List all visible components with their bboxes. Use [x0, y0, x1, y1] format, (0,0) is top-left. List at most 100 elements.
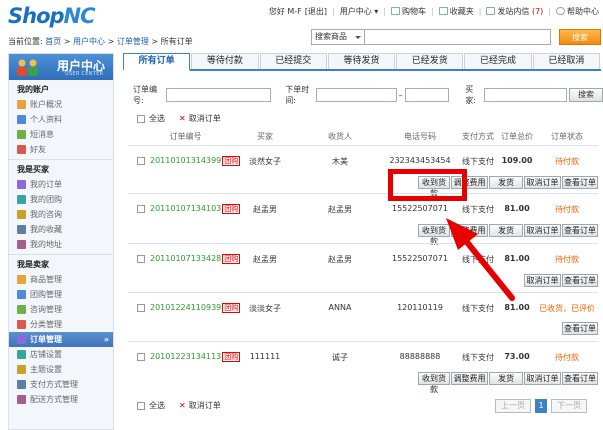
order-total: 81.00: [504, 204, 530, 213]
current-page[interactable]: 1: [535, 399, 547, 413]
search-scope-select[interactable]: 搜索商品: [311, 29, 365, 45]
confirm-payment-button[interactable]: 收到货款: [418, 224, 450, 246]
view-order-button[interactable]: 查看订单: [562, 372, 598, 385]
row-checkbox[interactable]: [137, 157, 145, 165]
filter-search-button[interactable]: 搜索: [568, 88, 603, 102]
sidebar-item[interactable]: 账户概况: [9, 97, 113, 112]
view-order-button[interactable]: 查看订单: [562, 274, 598, 287]
order-number-link[interactable]: 20110101314399 团购: [150, 156, 258, 166]
row-checkbox[interactable]: [137, 353, 145, 361]
messages-link[interactable]: 发站内信 (7): [486, 6, 543, 17]
sidebar-item[interactable]: 配送方式管理: [9, 392, 113, 407]
cart-link[interactable]: 购物车: [391, 6, 426, 17]
tab-item[interactable]: 等待发货: [327, 53, 396, 69]
tab-item[interactable]: 已经取消: [532, 53, 600, 69]
sidebar-item-label: 团购管理: [30, 290, 62, 299]
sidebar-item[interactable]: 店铺设置: [9, 347, 113, 362]
sidebar-item-icon: [17, 275, 26, 284]
tab-item[interactable]: 等待付款: [191, 53, 259, 69]
cancel-order-button[interactable]: 取消订单: [524, 176, 561, 189]
order-number-link[interactable]: 20101223134113 团购: [150, 352, 258, 362]
view-order-button[interactable]: 查看订单: [562, 224, 598, 237]
buyer-input[interactable]: [483, 88, 567, 102]
order-status: 已收货，已评价: [539, 304, 595, 313]
payment-method: 线下支付: [462, 157, 494, 166]
help-link[interactable]: 帮助中心: [556, 6, 599, 17]
sidebar-item-label: 商品管理: [30, 275, 62, 284]
logo-text: Shop: [8, 4, 65, 28]
ship-button[interactable]: 发货: [489, 224, 523, 237]
tab-item[interactable]: 已经提交: [259, 53, 327, 69]
sidebar-item[interactable]: 我的咨询: [9, 207, 113, 222]
order-number-text: 20101223134113: [150, 352, 222, 361]
select-all-checkbox[interactable]: [137, 401, 145, 410]
sidebar-item[interactable]: 我的地址: [9, 237, 113, 252]
bulk-cancel-order-link[interactable]: 取消订单: [189, 113, 221, 124]
adjust-fee-button[interactable]: 调整费用: [451, 372, 488, 385]
sidebar-item[interactable]: 支付方式管理: [9, 377, 113, 392]
tab-item[interactable]: 已经发货: [396, 53, 464, 69]
order-number-text: 20110107133428: [150, 254, 222, 263]
sidebar-item[interactable]: 商品管理: [9, 272, 113, 287]
select-all-checkbox[interactable]: [137, 114, 145, 123]
order-time-start-input[interactable]: [316, 88, 397, 102]
tab-item[interactable]: 已经完成: [464, 53, 532, 69]
order-no-input[interactable]: [165, 88, 272, 102]
sidebar-item-icon: [17, 240, 26, 249]
buyer-name: 淡淡女子: [249, 304, 281, 313]
bulk-cancel-order-link[interactable]: 取消订单: [189, 400, 221, 411]
breadcrumb-order-manage-link[interactable]: 订单管理: [117, 37, 149, 46]
search-button[interactable]: 搜索: [559, 29, 601, 45]
ship-button[interactable]: 发货: [489, 372, 523, 385]
sidebar-item[interactable]: 分类管理: [9, 317, 113, 332]
sidebar-item[interactable]: 订单管理 »: [9, 332, 113, 347]
sidebar-item[interactable]: 主题设置: [9, 362, 113, 377]
row-checkbox[interactable]: [137, 205, 145, 213]
breadcrumb-user-center-link[interactable]: 用户中心: [73, 37, 105, 46]
order-table-header: 订单编号 买家 收货人 电话号码 支付方式 订单总价 订单状态: [128, 131, 598, 143]
order-number-text: 20101224110939: [150, 303, 222, 312]
sidebar-item[interactable]: 好友: [9, 142, 113, 157]
order-total: 109.00: [501, 156, 533, 165]
user-center-link[interactable]: 用户中心 ▾: [340, 6, 379, 17]
select-all-label: 全选: [149, 114, 165, 123]
cancel-order-button[interactable]: 取消订单: [524, 274, 561, 287]
prev-page-button[interactable]: 上一页: [495, 399, 531, 413]
order-number-link[interactable]: 20101224110939 团购: [150, 303, 258, 313]
row-checkbox[interactable]: [137, 255, 145, 263]
tab-item[interactable]: 所有订单: [123, 53, 191, 71]
view-order-button[interactable]: 查看订单: [562, 322, 598, 335]
search-input[interactable]: [365, 29, 551, 45]
buyer-name: 赵孟男: [253, 205, 277, 214]
cancel-order-button[interactable]: 取消订单: [524, 372, 561, 385]
sidebar-item-label: 店铺设置: [30, 350, 62, 359]
phone-number: 232343453454: [389, 156, 451, 165]
favorites-link[interactable]: 收藏夹: [438, 6, 474, 17]
sidebar-item-label: 订单管理: [30, 335, 62, 344]
logout-link[interactable]: [退出]: [305, 6, 327, 17]
sidebar-item[interactable]: 我的团购: [9, 192, 113, 207]
next-page-button[interactable]: 下一页: [551, 399, 587, 413]
order-number-link[interactable]: 20110107134103 团购: [150, 204, 258, 214]
row-checkbox[interactable]: [137, 304, 145, 312]
order-number-link[interactable]: 20110107133428 团购: [150, 254, 258, 264]
shopnc-logo[interactable]: ShopNC: [8, 4, 96, 28]
order-filter: 订单编号: 下单时间: – 买家: 搜索: [133, 84, 603, 106]
sidebar-item[interactable]: 我的订单: [9, 177, 113, 192]
ship-button[interactable]: 发货: [489, 176, 523, 189]
sidebar-item[interactable]: 我的收藏: [9, 222, 113, 237]
adjust-fee-button[interactable]: 调整费用: [451, 224, 488, 237]
confirm-payment-button[interactable]: 收到货款: [418, 372, 450, 394]
cancel-order-button[interactable]: 取消订单: [524, 224, 561, 237]
breadcrumb-home-link[interactable]: 首页: [45, 37, 61, 46]
order-time-end-input[interactable]: [404, 88, 450, 102]
table-row: 20110107133428 团购 赵孟男 赵孟男 15522507071 线下支付 81.…: [128, 243, 598, 292]
sidebar-item[interactable]: 短消息: [9, 127, 113, 142]
order-total: 73.00: [504, 352, 530, 361]
sidebar-item[interactable]: 咨询管理: [9, 302, 113, 317]
select-all-label: 全选: [149, 401, 165, 410]
sidebar-item[interactable]: 团购管理: [9, 287, 113, 302]
header-order-no: 订单编号: [169, 132, 202, 141]
view-order-button[interactable]: 查看订单: [562, 176, 598, 189]
sidebar-item[interactable]: 个人资料: [9, 112, 113, 127]
